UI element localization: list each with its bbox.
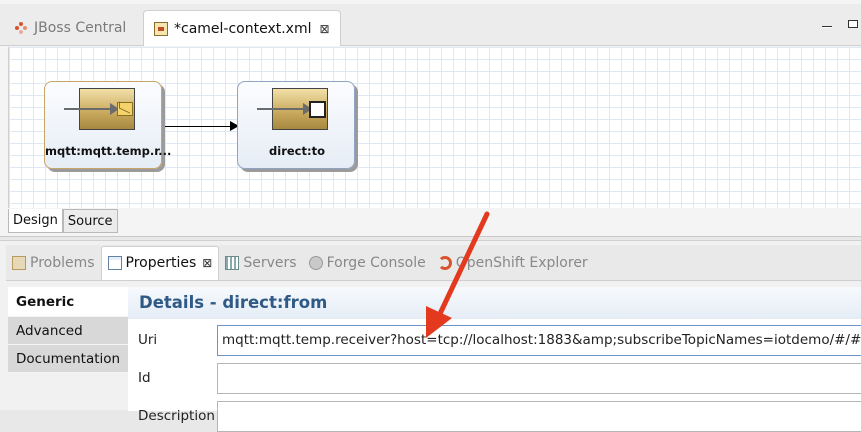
tab-label: OpenShift Explorer (455, 254, 588, 271)
tab-design[interactable]: Design (8, 209, 63, 233)
tab-problems[interactable]: Problems (6, 246, 101, 280)
problems-icon (12, 255, 26, 270)
direct-endpoint-node[interactable]: direct:to (237, 81, 355, 169)
node-label: mqtt:mqtt.temp.r... (45, 144, 172, 158)
envelope-icon (117, 102, 133, 116)
tab-openshift-explorer[interactable]: OpenShift Explorer (432, 246, 594, 280)
tab-label: Problems (30, 254, 95, 271)
jboss-central-icon (14, 21, 28, 35)
description-field[interactable] (217, 401, 861, 432)
editor-subtabs: Design Source (8, 209, 118, 233)
nav-advanced[interactable]: Advanced (8, 317, 128, 345)
node-label: direct:to (269, 144, 325, 158)
uri-field[interactable]: mqtt:mqtt.temp.receiver?host=tcp://local… (217, 325, 861, 356)
tab-label: JBoss Central (34, 20, 127, 36)
direct-endpoint-icon (257, 88, 328, 130)
tab-source[interactable]: Source (62, 209, 118, 233)
views-tabbar: Problems Properties ⊠ Servers Forge Cons… (6, 245, 861, 281)
properties-icon (107, 256, 122, 270)
tab-properties[interactable]: Properties ⊠ (100, 245, 220, 280)
mqtt-endpoint-node[interactable]: mqtt:mqtt.temp.r... (44, 81, 172, 169)
maximize-icon[interactable] (848, 20, 858, 28)
tab-label: Properties (125, 255, 197, 271)
route-connector[interactable] (165, 126, 231, 127)
description-label: Description (138, 408, 215, 424)
id-field[interactable] (217, 363, 861, 394)
editor-area: JBoss Central *camel-context.xml ⊠ mqtt:… (0, 0, 861, 237)
editor-tabbar: JBoss Central *camel-context.xml ⊠ (0, 4, 861, 46)
nav-generic[interactable]: Generic (8, 287, 128, 317)
openshift-icon (437, 255, 452, 270)
tab-servers[interactable]: Servers (219, 246, 302, 280)
route-diagram-canvas[interactable]: mqtt:mqtt.temp.r... direct:to (8, 47, 861, 208)
tab-label: *camel-context.xml (174, 20, 312, 37)
close-tab-icon[interactable]: ⊠ (202, 256, 212, 270)
details-section: Details - direct:from Uri mqtt:mqtt.temp… (128, 287, 861, 432)
tab-label: Servers (243, 254, 297, 271)
mqtt-endpoint-icon (64, 88, 135, 130)
square-icon (309, 101, 326, 118)
tab-jboss-central[interactable]: JBoss Central (4, 10, 136, 46)
details-title: Details - direct:from (128, 287, 861, 319)
tab-camel-context[interactable]: *camel-context.xml ⊠ (143, 10, 341, 46)
views-panel: Problems Properties ⊠ Servers Forge Cons… (0, 240, 861, 432)
uri-label: Uri (138, 332, 158, 348)
id-label: Id (138, 370, 151, 386)
xml-file-icon (154, 21, 168, 36)
tab-forge-console[interactable]: Forge Console (303, 246, 432, 280)
forge-console-icon (308, 255, 323, 270)
properties-nav: Generic Advanced Documentation (8, 287, 128, 411)
tab-label: Forge Console (326, 254, 426, 271)
servers-icon (225, 255, 240, 270)
nav-documentation[interactable]: Documentation (8, 345, 128, 373)
minimize-icon[interactable] (822, 26, 832, 28)
close-tab-icon[interactable]: ⊠ (320, 22, 330, 36)
